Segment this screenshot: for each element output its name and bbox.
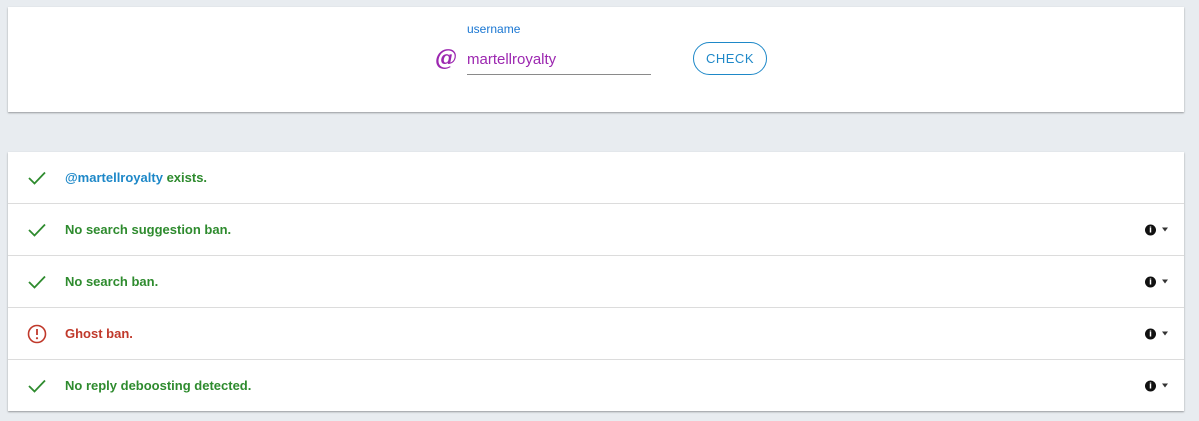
- username-label: username: [467, 22, 521, 36]
- info-icon[interactable]: i: [1145, 328, 1156, 339]
- info-icon[interactable]: i: [1145, 224, 1156, 235]
- result-text: Ghost ban.: [65, 326, 133, 341]
- result-text: No reply deboosting detected.: [65, 378, 252, 393]
- search-card: @ username CHECK: [8, 7, 1184, 112]
- caret-down-icon[interactable]: [1162, 331, 1168, 336]
- details-toggle[interactable]: i: [1145, 276, 1168, 287]
- result-row-exists: @martellroyalty exists.: [8, 152, 1184, 204]
- result-row-reply-deboosting: No reply deboosting detected. i: [8, 360, 1184, 411]
- result-row-search-suggestion-ban: No search suggestion ban. i: [8, 204, 1184, 256]
- info-icon[interactable]: i: [1145, 380, 1156, 391]
- username-input[interactable]: [467, 44, 651, 75]
- caret-down-icon[interactable]: [1162, 383, 1168, 388]
- details-toggle[interactable]: i: [1145, 380, 1168, 391]
- result-text: @martellroyalty exists.: [65, 170, 208, 185]
- check-icon: [26, 167, 48, 189]
- result-row-search-ban: No search ban. i: [8, 256, 1184, 308]
- username-link[interactable]: @martellroyalty: [65, 170, 163, 185]
- caret-down-icon[interactable]: [1162, 227, 1168, 232]
- alert-circle-icon: [26, 323, 48, 345]
- info-icon[interactable]: i: [1145, 276, 1156, 287]
- result-row-ghost-ban: Ghost ban. i: [8, 308, 1184, 360]
- at-icon: @: [435, 45, 457, 71]
- details-toggle[interactable]: i: [1145, 328, 1168, 339]
- caret-down-icon[interactable]: [1162, 279, 1168, 284]
- details-toggle[interactable]: i: [1145, 224, 1168, 235]
- result-text: No search ban.: [65, 274, 159, 289]
- check-icon: [26, 219, 48, 241]
- check-icon: [26, 375, 48, 397]
- check-button[interactable]: CHECK: [693, 42, 767, 75]
- check-icon: [26, 271, 48, 293]
- result-text: No search suggestion ban.: [65, 222, 232, 237]
- results-list: @martellroyalty exists. No search sugges…: [8, 152, 1184, 411]
